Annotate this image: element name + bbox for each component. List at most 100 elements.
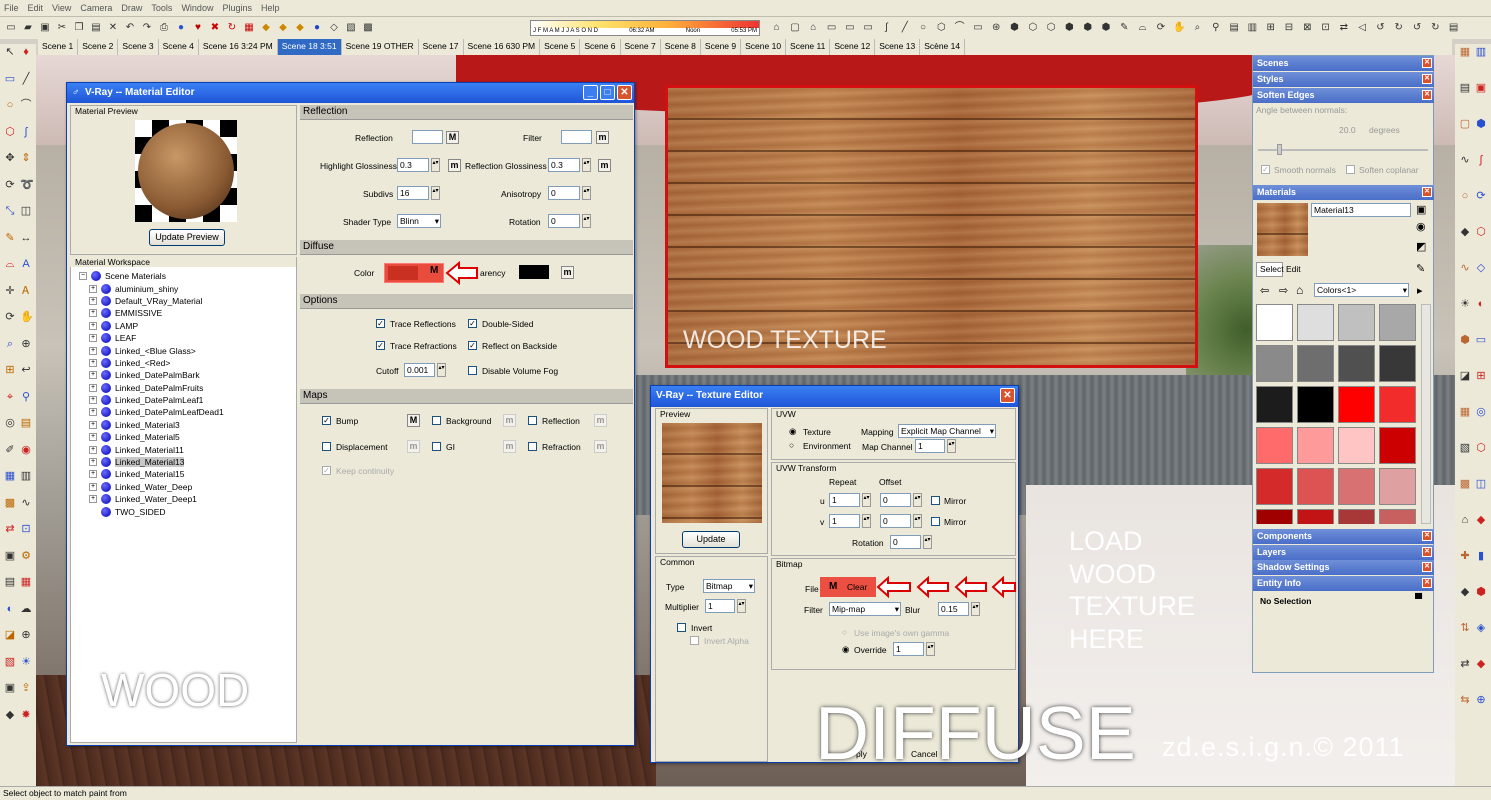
scene-tab[interactable]: Scene 16 3:24 PM	[199, 39, 278, 55]
offset-icon[interactable]: ◫	[20, 205, 32, 217]
outliner-icon[interactable]: ▧	[4, 656, 16, 668]
expand-icon[interactable]: +	[89, 458, 97, 467]
scenes-icon[interactable]: ▦	[20, 576, 32, 588]
material-tree-item[interactable]: + Linked_Material5	[79, 431, 224, 443]
map-channel-spinner[interactable]: ▴▾	[947, 439, 956, 453]
blur-spinner[interactable]: ▴▾	[971, 602, 980, 616]
right-tool-icon[interactable]: ◪	[1459, 370, 1471, 382]
material-tree-item[interactable]: + LAMP	[79, 320, 224, 332]
angle-slider-thumb[interactable]	[1277, 144, 1282, 155]
highlight-glossiness-field[interactable]: 0.3	[397, 158, 429, 172]
follow-icon[interactable]: ⊛	[990, 21, 1003, 35]
expand-icon[interactable]: +	[89, 470, 97, 479]
u-offset-field[interactable]: 0	[880, 493, 911, 507]
right-tool-icon[interactable]: ⊕	[1475, 694, 1487, 706]
reflection-glossiness-spinner[interactable]: ▴▾	[582, 158, 591, 172]
more-icon[interactable]: ▤	[1447, 21, 1460, 35]
print-icon[interactable]: ⎙	[157, 21, 171, 35]
texture-close-button[interactable]: ✕	[1000, 388, 1015, 403]
shadow-icon[interactable]: ▧	[344, 21, 358, 35]
new-icon[interactable]: ▭	[4, 21, 18, 35]
zoom-window-icon[interactable]: ⊕	[20, 338, 32, 350]
right-tool-icon[interactable]: ☀	[1459, 298, 1471, 310]
shader-type-select[interactable]: Blinn ▾	[397, 214, 441, 228]
right-tool-icon[interactable]: ⬢	[1459, 334, 1471, 346]
right-tool-icon[interactable]: ◆	[1459, 226, 1471, 238]
material-tree-item[interactable]: + Linked_<Red>	[79, 357, 224, 369]
mono-icon[interactable]: ⬢	[1099, 21, 1112, 35]
expand-icon[interactable]: +	[89, 309, 97, 318]
close-icon[interactable]: ✕	[1422, 547, 1432, 557]
stamp-icon[interactable]: ▥	[20, 470, 32, 482]
freehand-icon[interactable]: ʃ	[20, 126, 32, 138]
background-checkbox[interactable]	[432, 416, 441, 425]
trace-reflections-checkbox[interactable]: ✓	[376, 319, 385, 328]
trace-refractions-checkbox[interactable]: ✓	[376, 341, 385, 350]
multiplier-field[interactable]: 1	[705, 599, 735, 613]
reflection-glossiness-field[interactable]: 0.3	[548, 158, 580, 172]
text-icon[interactable]: A	[20, 258, 32, 270]
tape-icon[interactable]: ✎	[4, 232, 16, 244]
render-icon[interactable]: ◆	[4, 709, 16, 721]
right-tool-icon[interactable]: ▭	[1475, 334, 1487, 346]
fog-icon[interactable]: ☁	[20, 603, 32, 615]
color-swatch[interactable]	[1338, 386, 1375, 423]
scene-tab[interactable]: Scene 3	[118, 39, 159, 55]
color-swatch[interactable]	[1379, 304, 1416, 341]
sandbox-icon[interactable]: ▦	[4, 470, 16, 482]
expand-icon[interactable]: +	[89, 482, 97, 491]
camera-icon[interactable]: ▣	[4, 682, 16, 694]
components-icon[interactable]: ▣	[4, 550, 16, 562]
reflection-map-checkbox[interactable]	[528, 416, 537, 425]
menu-plugins[interactable]: Plugins	[222, 3, 252, 13]
redo-icon[interactable]: ↷	[140, 21, 154, 35]
scene-tab[interactable]: Scene 1	[38, 39, 79, 55]
v-offset-field[interactable]: 0	[880, 514, 911, 528]
right-tool-icon[interactable]: ∿	[1459, 154, 1471, 166]
right-tool-icon[interactable]: ⬡	[1475, 226, 1487, 238]
menu-edit[interactable]: Edit	[28, 3, 44, 13]
diffuse-section-header[interactable]: Diffuse	[300, 240, 633, 255]
color-swatch[interactable]	[1297, 304, 1334, 341]
vray-frame-icon[interactable]: ▦	[242, 21, 256, 35]
material-tree-item[interactable]: + Linked_DatePalmBark	[79, 369, 224, 381]
hidden-line-icon[interactable]: ⬡	[1044, 21, 1057, 35]
color-swatch[interactable]	[1379, 386, 1416, 423]
select-icon[interactable]: ↖	[4, 46, 16, 58]
entity-toggle-icon[interactable]: ▀	[1415, 594, 1422, 605]
shadow-tray-header[interactable]: Shadow Settings ✕	[1253, 560, 1434, 575]
close-icon[interactable]: ✕	[1422, 531, 1432, 541]
right-tool-icon[interactable]: ⇄	[1459, 658, 1471, 670]
scene-tab[interactable]: Scene 17	[419, 39, 464, 55]
create-material-icon[interactable]: ▣	[1416, 203, 1426, 216]
expand-icon[interactable]: +	[89, 334, 97, 343]
scene-tab[interactable]: Scene 12	[830, 39, 876, 55]
u-repeat-spinner[interactable]: ▴▾	[862, 493, 871, 507]
previous-icon[interactable]: ↩	[20, 364, 32, 376]
subdivs-spinner[interactable]: ▴▾	[431, 186, 440, 200]
scene-tab[interactable]: Scene 8	[661, 39, 701, 55]
right-tool-icon[interactable]: ◐	[1475, 298, 1487, 310]
layers-tray-header[interactable]: Layers ✕	[1253, 545, 1434, 560]
polygon-icon[interactable]: ⬡	[4, 126, 16, 138]
diffuse-color-swatch[interactable]	[388, 266, 418, 280]
sandbox-icon[interactable]: ⊞	[1264, 21, 1277, 35]
components-tray-header[interactable]: Components ✕	[1253, 529, 1434, 544]
circle-icon[interactable]: ○	[4, 99, 16, 111]
left-view-icon[interactable]: ▭	[861, 21, 874, 35]
scene-tab[interactable]: Scene 4	[159, 39, 199, 55]
light-rect-icon[interactable]: ◆	[276, 21, 290, 35]
material-tree-item[interactable]: + Linked_<Blue Glass>	[79, 344, 224, 356]
color-swatch[interactable]	[1379, 509, 1416, 524]
flip-icon[interactable]: ⇄	[1337, 21, 1350, 35]
displacement-map-button[interactable]: m	[407, 440, 420, 453]
scene-tab[interactable]: Scene 2	[78, 39, 119, 55]
file-map-button[interactable]: M	[829, 581, 837, 592]
scene-tab[interactable]: Scene 7	[621, 39, 661, 55]
reflection-gloss-map-button[interactable]: m	[598, 159, 611, 172]
shadow-time-bar[interactable]: J F M A M J J A S O N D 06:32 AM Noon 05…	[530, 20, 760, 36]
bump-map-button[interactable]: M	[407, 414, 420, 427]
map-channel-field[interactable]: 1	[915, 439, 945, 453]
materials-tray-header[interactable]: Materials ✕	[1253, 185, 1434, 200]
eye-icon[interactable]: ◉	[20, 444, 32, 456]
